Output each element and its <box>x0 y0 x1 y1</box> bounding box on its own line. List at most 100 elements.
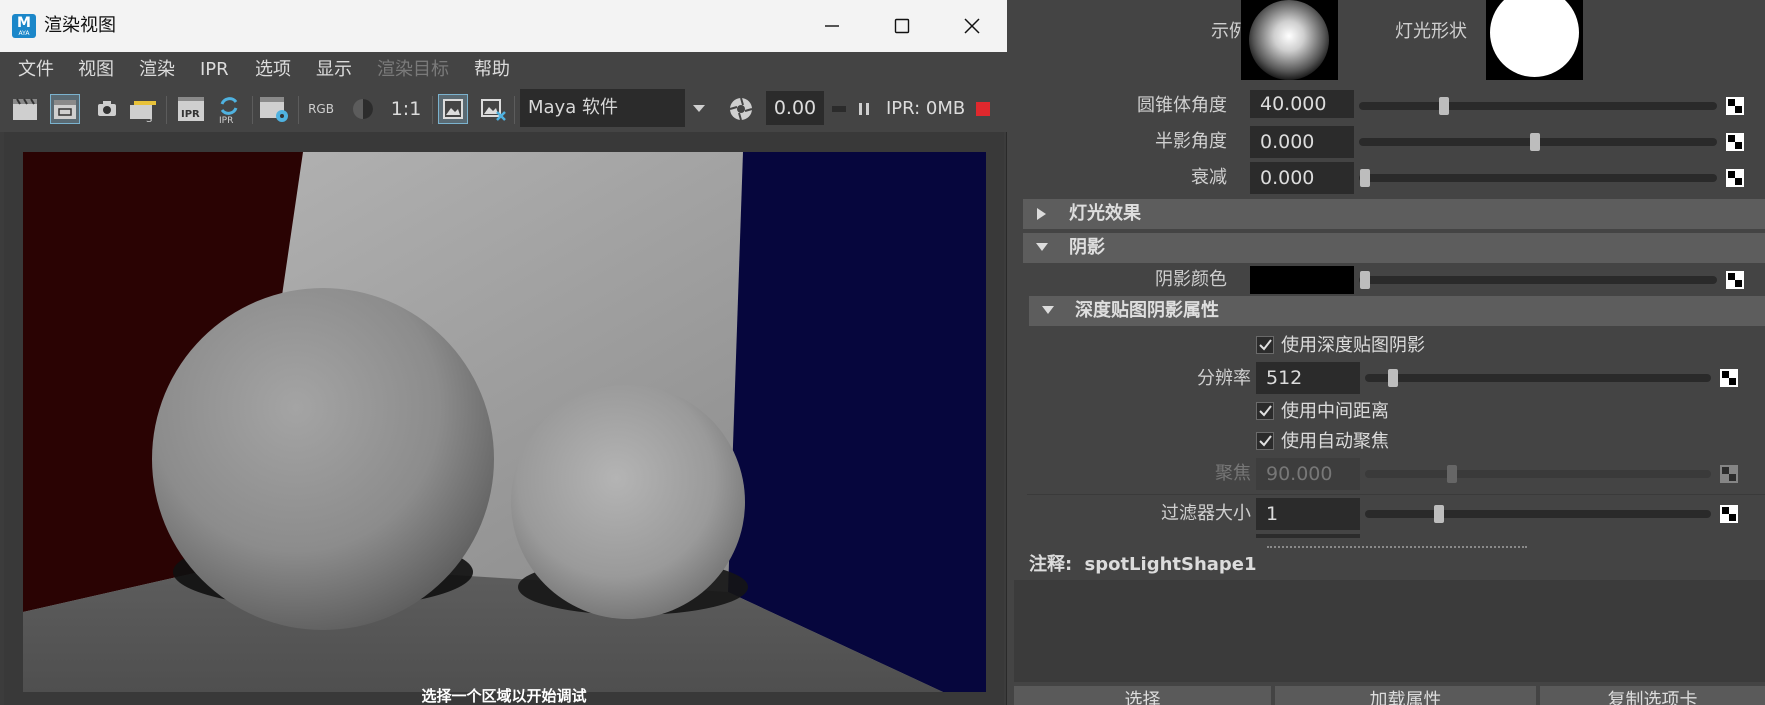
menu-render-targets[interactable]: 渲染目标 <box>377 58 449 82</box>
svg-text:IPR: IPR <box>219 116 233 124</box>
close-icon <box>964 18 980 34</box>
filter-size-slider[interactable] <box>1365 510 1711 518</box>
filter-size-slider-handle[interactable] <box>1434 505 1444 523</box>
map-button-icon[interactable] <box>1726 169 1744 187</box>
resolution-slider-handle[interactable] <box>1388 369 1398 387</box>
penumbra-angle-field[interactable]: 0.000 <box>1250 126 1354 158</box>
menu-ipr[interactable]: IPR <box>200 58 229 82</box>
dropoff-label: 衰减 <box>1191 167 1227 188</box>
use-depth-map-checkbox[interactable] <box>1256 336 1274 354</box>
divider <box>1027 494 1765 495</box>
shutter-icon[interactable] <box>726 94 756 124</box>
checkmark-icon <box>1259 435 1272 447</box>
chevron-right-icon <box>1037 208 1046 220</box>
load-attributes-button[interactable]: 加载属性 <box>1275 686 1536 705</box>
status-message: 选择一个区域以开始调试 <box>421 687 587 705</box>
map-button-icon[interactable] <box>1726 133 1744 151</box>
menu-render[interactable]: 渲染 <box>139 58 175 82</box>
shadow-color-slider[interactable] <box>1359 276 1717 284</box>
menu-bar: 文件 视图 渲染 IPR 选项 显示 渲染目标 帮助 <box>0 52 1007 86</box>
sample-label: 示例 <box>1211 21 1247 42</box>
resolution-field[interactable]: 512 <box>1256 362 1360 394</box>
map-button-icon[interactable] <box>1726 271 1744 289</box>
resolution-slider[interactable] <box>1365 374 1711 382</box>
rendered-image[interactable] <box>23 152 986 692</box>
section-depth-map-shadows[interactable]: 深度贴图阴影属性 <box>1029 296 1765 326</box>
progress-indicator <box>830 94 848 124</box>
chevron-down-icon[interactable] <box>684 89 712 127</box>
light-shape-swatch <box>1486 0 1583 80</box>
cone-angle-field[interactable]: 40.000 <box>1250 90 1354 118</box>
sample-swatch <box>1241 0 1338 80</box>
cone-angle-slider[interactable] <box>1359 102 1717 110</box>
use-mid-dist-label: 使用中间距离 <box>1281 401 1389 422</box>
copy-tab-button[interactable]: 复制选项卡 <box>1540 686 1765 705</box>
focus-slider <box>1365 470 1711 478</box>
rgb-channel-icon[interactable]: RGB <box>304 94 338 124</box>
use-depth-map-label: 使用深度贴图阴影 <box>1281 335 1425 356</box>
chevron-down-icon <box>1036 243 1048 251</box>
render-settings-icon[interactable] <box>258 94 288 124</box>
maya-logo-icon: M AYA <box>12 14 36 38</box>
checkmark-icon <box>1259 405 1272 417</box>
penumbra-angle-slider-handle[interactable] <box>1530 133 1540 151</box>
use-mid-dist-checkbox[interactable] <box>1256 402 1274 420</box>
map-button-icon[interactable] <box>1720 505 1738 523</box>
render-region-icon[interactable] <box>50 94 80 124</box>
menu-display[interactable]: 显示 <box>316 58 352 82</box>
menu-view[interactable]: 视图 <box>78 58 114 82</box>
select-button[interactable]: 选择 <box>1014 686 1271 705</box>
svg-text:IPR: IPR <box>181 109 200 120</box>
focus-field: 90.000 <box>1256 458 1360 490</box>
maximize-button[interactable] <box>876 8 928 44</box>
menu-help[interactable]: 帮助 <box>474 58 510 82</box>
pause-icon[interactable] <box>852 94 876 124</box>
focus-label: 聚焦 <box>1215 463 1251 484</box>
shadow-color-swatch[interactable] <box>1250 266 1354 294</box>
section-light-effects[interactable]: 灯光效果 <box>1023 199 1765 229</box>
menu-file[interactable]: 文件 <box>18 58 54 82</box>
attribute-editor: 示例 灯光形状 圆锥体角度 40.000 半影角度 0.000 衰减 0.000… <box>1007 0 1765 705</box>
light-shape-label: 灯光形状 <box>1395 21 1467 42</box>
refresh-ipr-icon[interactable]: IPR <box>214 94 244 124</box>
render-time-field[interactable]: 0.00 <box>766 91 824 125</box>
filter-size-label: 过滤器大小 <box>1161 503 1251 524</box>
dropoff-slider-handle[interactable] <box>1360 169 1370 187</box>
stop-render-button[interactable] <box>976 102 990 116</box>
alpha-channel-icon[interactable] <box>348 94 378 124</box>
title-bar[interactable]: M AYA 渲染视图 <box>0 0 1007 52</box>
use-auto-focus-checkbox[interactable] <box>1256 432 1274 450</box>
dropoff-slider[interactable] <box>1359 174 1717 182</box>
use-auto-focus-label: 使用自动聚焦 <box>1281 431 1389 452</box>
close-button[interactable] <box>946 8 998 44</box>
render-viewport[interactable]: 选择一个区域以开始调试 <box>4 132 1004 705</box>
minimize-button[interactable] <box>806 8 858 44</box>
real-size-button[interactable]: 1:1 <box>388 94 424 124</box>
render-sequence-icon[interactable]: S <box>128 94 158 124</box>
focus-slider-handle <box>1447 465 1457 483</box>
large-sphere <box>152 288 494 630</box>
svg-text:S: S <box>146 114 152 123</box>
chevron-down-icon <box>1042 306 1054 314</box>
remove-image-icon[interactable] <box>478 94 508 124</box>
shadow-color-slider-handle[interactable] <box>1360 271 1370 289</box>
penumbra-angle-label: 半影角度 <box>1155 131 1227 152</box>
redo-previous-render-icon[interactable] <box>10 94 40 124</box>
section-shadows[interactable]: 阴影 <box>1023 233 1765 263</box>
desktop: M AYA 渲染视图 文件 视图 渲染 IPR 选项 显示 渲染目标 帮助 S … <box>0 0 1765 705</box>
dropoff-field[interactable]: 0.000 <box>1250 162 1354 194</box>
render-toolbar: S IPR IPR RGB 1:1 Maya 软件 0.00 IPR: 0MB <box>0 86 1007 132</box>
map-button-icon[interactable] <box>1726 97 1744 115</box>
render-view-window: M AYA 渲染视图 文件 视图 渲染 IPR 选项 显示 渲染目标 帮助 S … <box>0 0 1007 705</box>
cone-angle-label: 圆锥体角度 <box>1137 95 1227 116</box>
cone-angle-slider-handle[interactable] <box>1439 97 1449 115</box>
menu-options[interactable]: 选项 <box>255 58 291 82</box>
snapshot-icon[interactable] <box>92 94 122 124</box>
filter-size-field[interactable]: 1 <box>1256 498 1360 530</box>
display-image-icon[interactable] <box>438 94 468 124</box>
map-button-icon[interactable] <box>1720 369 1738 387</box>
notes-textarea[interactable] <box>1014 580 1765 682</box>
panel-splitter-handle[interactable] <box>1267 546 1527 548</box>
ipr-render-icon[interactable]: IPR <box>176 94 206 124</box>
resolution-label: 分辨率 <box>1197 368 1251 389</box>
